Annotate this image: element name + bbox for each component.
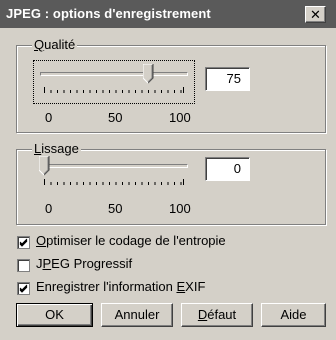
default-button[interactable]: Défaut: [181, 303, 253, 327]
quality-slider[interactable]: [36, 62, 192, 102]
jpeg-options-dialog: JPEG : options d'enregistrement ✕ Qualit…: [0, 0, 336, 340]
smoothing-scale-50: 50: [108, 201, 123, 216]
dialog-title: JPEG : options d'enregistrement: [6, 6, 211, 21]
optimize-entropy-label-rest: ptimiser le codage de l'entropie: [46, 233, 226, 248]
smoothing-tick-start: [44, 179, 45, 185]
ok-button-label: OK: [45, 307, 64, 322]
quality-scale-100: 100: [169, 110, 191, 125]
smoothing-scale-0: 0: [45, 201, 53, 216]
save-exif-label: Enregistrer l'information EXIF: [36, 279, 206, 294]
smoothing-value-input[interactable]: 0: [205, 157, 250, 181]
optimize-entropy-checkbox[interactable]: [17, 236, 30, 249]
quality-slider-ticks: [44, 87, 184, 93]
quality-value-input[interactable]: 75: [205, 67, 250, 91]
progressive-jpeg-label: JPEG Progressif: [36, 256, 133, 271]
quality-scale-0: 0: [45, 110, 53, 125]
close-icon: ✕: [310, 7, 321, 22]
close-button[interactable]: ✕: [305, 6, 326, 23]
checkmark-icon: [19, 284, 28, 293]
checkmark-icon: [19, 238, 28, 247]
save-exif-checkbox[interactable]: [17, 282, 30, 295]
smoothing-slider-track: [40, 164, 188, 168]
quality-slider-track: [40, 72, 188, 76]
cancel-button-label: Annuler: [114, 307, 160, 322]
quality-slider-thumb[interactable]: [143, 64, 154, 84]
ok-button[interactable]: OK: [16, 303, 93, 327]
progressive-jpeg-checkbox[interactable]: [17, 259, 30, 272]
quality-label-rest: ualité: [44, 37, 76, 52]
help-button-label: Aide: [280, 307, 307, 322]
smoothing-slider-ticks: [44, 179, 184, 185]
title-bar[interactable]: JPEG : options d'enregistrement ✕: [0, 0, 336, 28]
smoothing-scale-100: 100: [169, 201, 191, 216]
help-button[interactable]: Aide: [261, 303, 326, 327]
cancel-button[interactable]: Annuler: [101, 303, 173, 327]
default-button-label: Défaut: [197, 307, 237, 322]
quality-tick-start: [44, 87, 45, 93]
smoothing-slider[interactable]: [36, 154, 192, 194]
quality-scale-50: 50: [108, 110, 123, 125]
smoothing-tick-end: [183, 179, 184, 185]
quality-group-label: Qualité: [32, 37, 78, 52]
smoothing-slider-thumb[interactable]: [39, 156, 50, 176]
quality-label-mnemonic: Q: [34, 37, 45, 52]
quality-tick-end: [183, 87, 184, 93]
optimize-entropy-label: Optimiser le codage de l'entropie: [36, 233, 226, 248]
